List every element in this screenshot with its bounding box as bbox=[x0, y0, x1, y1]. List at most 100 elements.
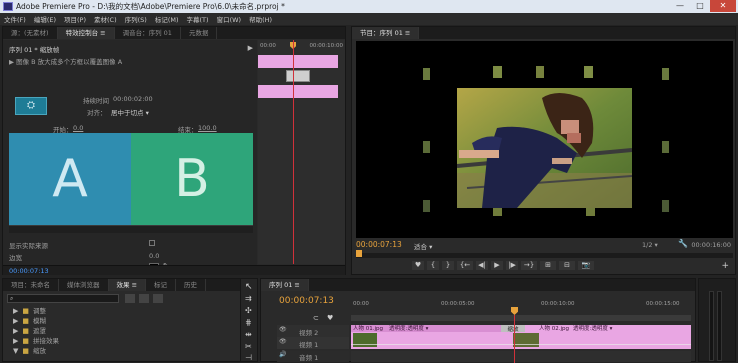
video2-track-header[interactable]: 👁 视频 2 bbox=[277, 325, 349, 337]
track-select-tool-icon[interactable]: ⇉ bbox=[245, 294, 252, 303]
tab-audio-mixer[interactable]: 调音台：序列 01 bbox=[115, 27, 181, 39]
tab-project[interactable]: 项目：未命名 bbox=[3, 279, 59, 291]
video-clips-area[interactable]: 人物 01.jpg 透明度:透明度 ▾ 缩放 人物 02.jpg 透明度:透明度… bbox=[351, 325, 691, 349]
tree-item[interactable]: ▶ ■ 遮罩 bbox=[13, 326, 253, 336]
tab-markers[interactable]: 标记 bbox=[146, 279, 177, 291]
play-button[interactable]: ▶ bbox=[491, 261, 503, 270]
opacity-rubber-band[interactable] bbox=[351, 344, 691, 345]
snap-icon[interactable]: ⊂ bbox=[313, 314, 319, 322]
transport-controls: ♥ { } {← ◀| ▶ |▶ →} ⊞ ⊟ 📷 bbox=[412, 261, 594, 273]
program-monitor-panel: 节目：序列 01 ≡ 00:00:07:13 适合 ▾ 1/2 ▾ 🔧 00:0… bbox=[351, 26, 736, 275]
mark-out-button[interactable]: } bbox=[442, 261, 454, 270]
accelerated-effects-icon[interactable] bbox=[125, 294, 135, 303]
zoom-box bbox=[423, 68, 430, 80]
mini-time-end: 00:00:10:00 bbox=[309, 43, 343, 49]
go-to-out-button[interactable]: →} bbox=[521, 261, 537, 270]
tab-effect-controls[interactable]: 特效控制台 ≡ bbox=[57, 27, 115, 39]
timeline-ruler[interactable]: 00:00 00:00:05:00 00:00:10:00 00:00:15:0… bbox=[351, 299, 691, 321]
clip-opacity[interactable]: 透明度:透明度 ▾ bbox=[573, 324, 612, 332]
tab-program[interactable]: 节目：序列 01 ≡ bbox=[352, 27, 420, 39]
program-current-time[interactable]: 00:00:07:13 bbox=[356, 240, 402, 249]
transition-marker[interactable]: 缩放 bbox=[501, 325, 525, 333]
program-fit-value: 适合 bbox=[414, 243, 427, 251]
duration-value[interactable]: 00:00:02:00 bbox=[113, 95, 153, 103]
effects-search-input[interactable]: ⌕ bbox=[7, 294, 119, 303]
menu-help[interactable]: 帮助(H) bbox=[249, 14, 272, 24]
audio1-track-header[interactable]: 🔊 音频 1 bbox=[277, 351, 349, 362]
program-scrub-bar[interactable] bbox=[356, 250, 733, 258]
menu-edit[interactable]: 编辑(E) bbox=[34, 14, 56, 24]
menu-window[interactable]: 窗口(W) bbox=[217, 14, 242, 24]
audio1-track-area[interactable] bbox=[351, 351, 691, 362]
lift-button[interactable]: ⊞ bbox=[540, 261, 556, 270]
tree-item[interactable]: ▼ ■ 缩放 bbox=[13, 346, 253, 356]
step-back-button[interactable]: ◀| bbox=[476, 261, 488, 270]
menu-project[interactable]: 项目(P) bbox=[64, 14, 86, 24]
show-actual-sources-checkbox[interactable] bbox=[149, 240, 155, 246]
border-width-value[interactable]: 0.0 bbox=[149, 252, 159, 260]
tab-metadata[interactable]: 元数据 bbox=[181, 27, 218, 39]
minimize-button[interactable]: — bbox=[670, 0, 690, 12]
tab-effects[interactable]: 效果 ≡ bbox=[108, 279, 147, 291]
preview-scrubber[interactable] bbox=[9, 225, 253, 233]
close-button[interactable]: ✕ bbox=[710, 0, 736, 12]
align-dropdown[interactable]: 居中于切点 ▾ bbox=[111, 107, 149, 117]
program-quality-dropdown[interactable]: 1/2 ▾ bbox=[642, 241, 658, 249]
tab-media-browser[interactable]: 媒体浏览器 bbox=[59, 279, 109, 291]
rolling-edit-tool-icon[interactable]: ⋕ bbox=[245, 318, 252, 327]
slip-tool-icon[interactable]: ⊣ bbox=[245, 353, 252, 362]
export-frame-button[interactable]: 📷 bbox=[578, 261, 594, 270]
razor-tool-icon[interactable]: ✂ bbox=[245, 342, 252, 351]
audio-meter-right bbox=[717, 291, 722, 361]
step-forward-button[interactable]: |▶ bbox=[506, 261, 518, 270]
eye-icon[interactable]: 👁 bbox=[279, 326, 287, 333]
mini-clip-a[interactable] bbox=[258, 55, 338, 68]
eye-icon[interactable]: 👁 bbox=[279, 338, 287, 345]
work-area-bar[interactable] bbox=[351, 315, 691, 321]
ripple-edit-tool-icon[interactable]: ✣ bbox=[245, 306, 252, 315]
mark-in-button[interactable]: { bbox=[427, 261, 439, 270]
yuv-effects-icon[interactable] bbox=[153, 294, 163, 303]
menu-file[interactable]: 文件(F) bbox=[4, 14, 26, 24]
add-marker-button[interactable]: ♥ bbox=[412, 261, 424, 270]
audio-meters-panel bbox=[698, 278, 736, 362]
effect-controls-panel: 源：(无素材) 特效控制台 ≡ 调音台：序列 01 元数据 序列 01 * 缩放… bbox=[2, 26, 346, 275]
show-actual-sources-label: 显示实际来源 bbox=[9, 242, 48, 250]
timeline-current-time[interactable]: 00:00:07:13 bbox=[279, 296, 334, 306]
menu-sequence[interactable]: 序列(S) bbox=[125, 14, 147, 24]
mini-clip-b[interactable] bbox=[258, 85, 338, 98]
program-playhead-handle[interactable] bbox=[356, 250, 362, 257]
maximize-button[interactable]: □ bbox=[690, 0, 710, 12]
clip-opacity[interactable]: 透明度:透明度 ▾ bbox=[389, 324, 428, 332]
speaker-icon[interactable]: 🔊 bbox=[279, 351, 286, 358]
play-transition-icon[interactable]: ▶ bbox=[248, 44, 253, 52]
menu-title[interactable]: 字幕(T) bbox=[187, 14, 209, 24]
tree-item[interactable]: ▶ ■ 调整 bbox=[13, 306, 253, 316]
menu-marker[interactable]: 标记(M) bbox=[155, 14, 179, 24]
effects-tree: ▶ ■ 调整 ▶ ■ 模糊 ▶ ■ 遮罩 ▶ ■ 拼接效果 ▼ ■ 缩放 bbox=[13, 306, 253, 356]
tree-item[interactable]: ▶ ■ 模糊 bbox=[13, 316, 253, 326]
button-editor-plus-icon[interactable]: + bbox=[721, 261, 729, 271]
end-value[interactable]: 100.0 bbox=[198, 124, 217, 132]
rate-stretch-tool-icon[interactable]: ⇹ bbox=[245, 330, 252, 339]
sequence-marker-icon[interactable]: ♥ bbox=[327, 314, 333, 322]
video1-track-header[interactable]: 👁 视频 1 bbox=[277, 337, 349, 349]
selection-tool-icon[interactable]: ↖ bbox=[245, 282, 253, 292]
menu-clip[interactable]: 素材(C) bbox=[94, 14, 117, 24]
tab-sequence-01[interactable]: 序列 01 ≡ bbox=[261, 279, 309, 291]
tab-history[interactable]: 历史 bbox=[176, 279, 207, 291]
program-fit-dropdown[interactable]: 适合 ▾ bbox=[414, 241, 432, 251]
timeline-playhead-handle[interactable] bbox=[511, 307, 518, 315]
start-value[interactable]: 0.0 bbox=[73, 124, 83, 132]
tab-source[interactable]: 源：(无素材) bbox=[3, 27, 58, 39]
mini-transition-block[interactable] bbox=[286, 70, 310, 82]
video2-label: 视频 2 bbox=[299, 329, 319, 337]
32bit-effects-icon[interactable] bbox=[139, 294, 149, 303]
extract-button[interactable]: ⊟ bbox=[559, 261, 575, 270]
clip-name: 人物 02.jpg bbox=[539, 326, 570, 332]
tree-item-label: 调整 bbox=[33, 307, 47, 315]
effect-controls-timecode[interactable]: 00:00:07:13 bbox=[9, 267, 49, 275]
go-to-in-button[interactable]: {← bbox=[457, 261, 473, 270]
wrench-icon[interactable]: 🔧 bbox=[678, 239, 688, 248]
tree-item[interactable]: ▶ ■ 拼接效果 bbox=[13, 336, 253, 346]
